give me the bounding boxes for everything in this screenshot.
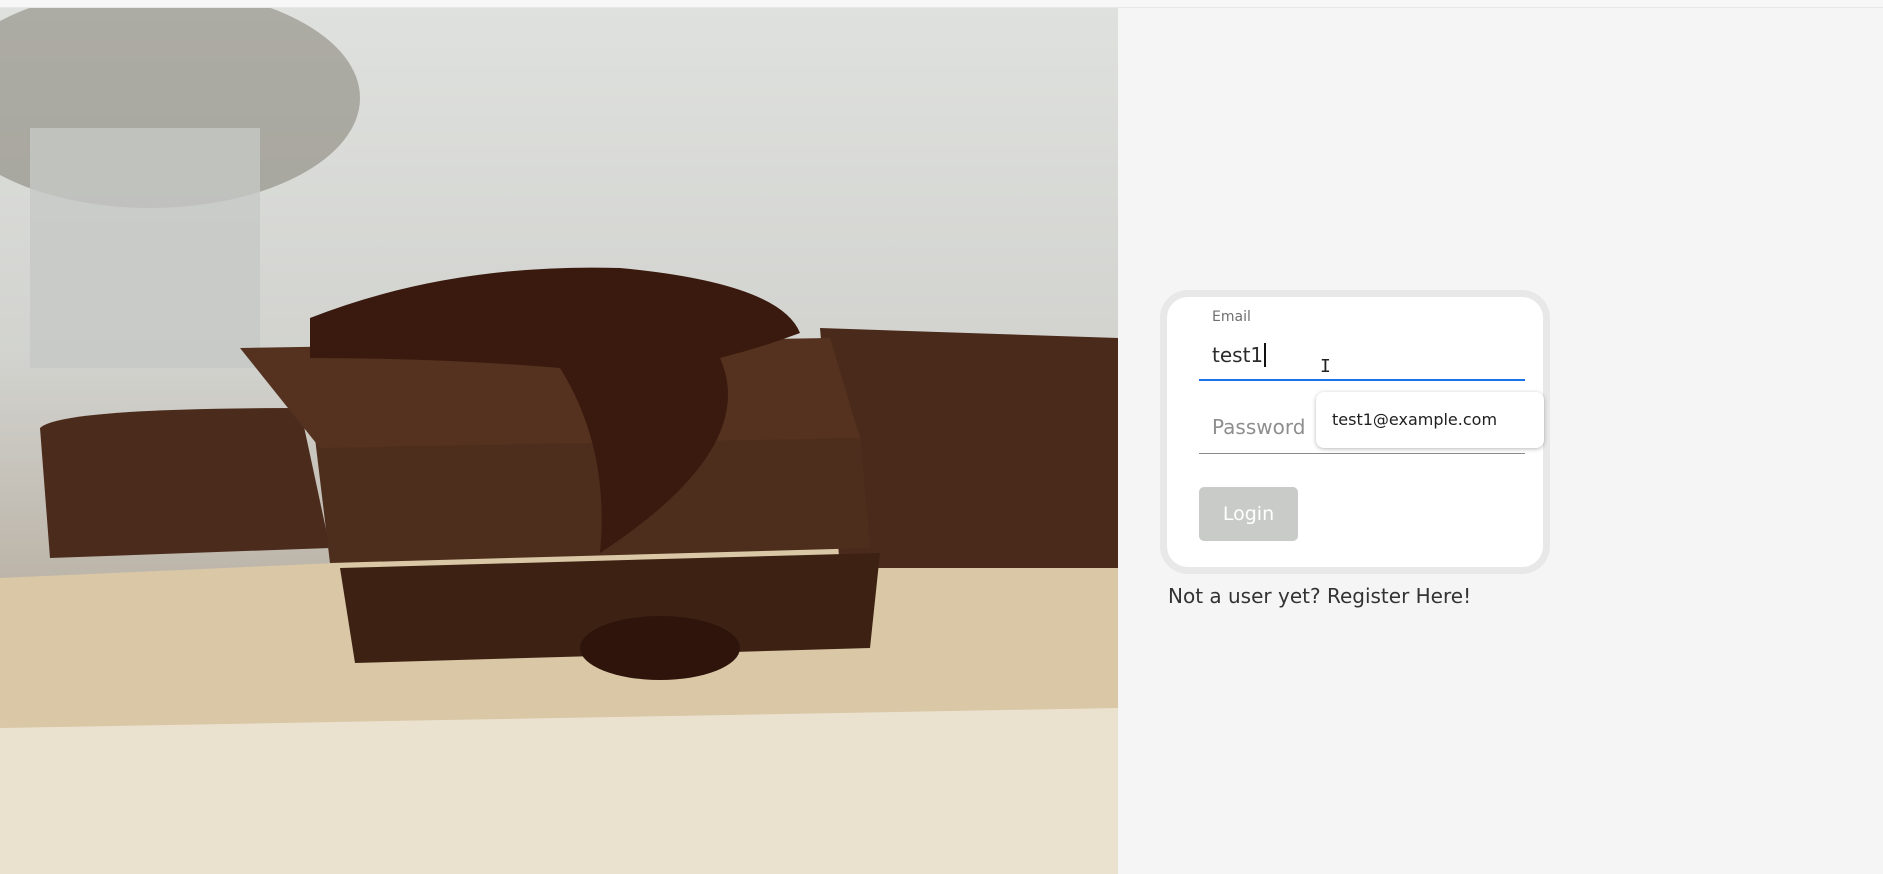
brownie-left	[40, 408, 330, 558]
email-field[interactable]: Email test1	[1199, 309, 1525, 381]
brownie-illustration	[0, 8, 1118, 874]
top-strip	[0, 0, 1883, 8]
login-button[interactable]: Login	[1199, 487, 1298, 541]
password-placeholder: Password	[1212, 415, 1306, 439]
autocomplete-suggestion[interactable]: test1@example.com	[1316, 392, 1544, 448]
board-edge	[0, 708, 1118, 874]
brownie-middle	[315, 433, 870, 563]
mouse-ibeam-cursor-icon: I	[1320, 356, 1331, 377]
email-label: Email	[1212, 309, 1251, 325]
chocolate-drip	[580, 616, 740, 680]
email-input[interactable]: test1	[1212, 343, 1266, 367]
register-link[interactable]: Not a user yet? Register Here!	[1168, 584, 1471, 608]
plant-pot	[30, 128, 260, 368]
text-caret	[1264, 343, 1266, 367]
hero-image-brownies	[0, 8, 1118, 874]
email-value: test1	[1212, 343, 1264, 367]
